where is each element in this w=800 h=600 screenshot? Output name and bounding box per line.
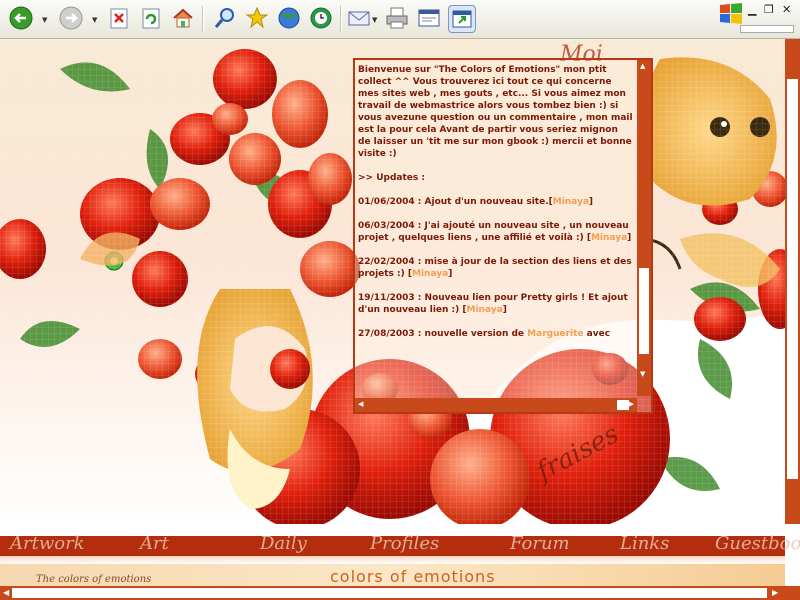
banner-tagline: The colors of emotions bbox=[36, 574, 152, 585]
update-end: ] bbox=[627, 233, 632, 243]
panel-hscroll-thumb[interactable] bbox=[617, 400, 629, 410]
favorites-icon[interactable] bbox=[244, 5, 270, 31]
content-panel: Bienvenue sur "The Colors of Emotions" m… bbox=[353, 58, 653, 414]
footer-banner: The colors of emotions colors of emotion… bbox=[0, 564, 785, 586]
restore-icon[interactable]: ❐ bbox=[764, 3, 774, 16]
print-icon[interactable] bbox=[384, 5, 410, 31]
nav-item-art[interactable]: Art bbox=[140, 533, 169, 554]
update-text: 01/06/2004 : Ajout d'un nouveau site.[ bbox=[358, 197, 553, 207]
page-viewport: fraises Moi Bienvenue sur "The Colors of… bbox=[0, 39, 800, 600]
stop-icon[interactable] bbox=[106, 5, 132, 31]
panel-vertical-scrollbar[interactable]: ▲ ▼ bbox=[637, 60, 651, 396]
page-hscroll-thumb[interactable] bbox=[12, 588, 767, 598]
nav-item-forum[interactable]: Forum bbox=[510, 533, 570, 554]
panel-horizontal-scrollbar[interactable]: ◀ ▶ bbox=[355, 398, 637, 412]
update-item: 27/08/2003 : nouvelle version de Marguer… bbox=[358, 328, 633, 340]
update-item: 19/11/2003 : Nouveau lien pour Pretty gi… bbox=[358, 292, 633, 316]
nav-item-links[interactable]: Links bbox=[620, 533, 669, 554]
page-horizontal-scrollbar[interactable]: ◀ ▶ bbox=[0, 586, 800, 600]
scrollbar-corner bbox=[785, 586, 800, 600]
page-scroll-right-icon[interactable]: ▶ bbox=[772, 588, 778, 597]
progress-bar bbox=[740, 25, 794, 33]
mail-icon[interactable] bbox=[346, 5, 372, 31]
update-end: ] bbox=[588, 197, 594, 207]
scroll-right-icon[interactable]: ▶ bbox=[629, 400, 634, 408]
forward-dropdown-icon[interactable]: ▼ bbox=[92, 16, 97, 24]
banner-title: colors of emotions bbox=[330, 567, 496, 586]
media-icon[interactable] bbox=[276, 5, 302, 31]
page-vertical-scroll-thumb[interactable] bbox=[787, 79, 798, 479]
back-dropdown-icon[interactable]: ▼ bbox=[42, 16, 47, 24]
nav-divider bbox=[0, 556, 785, 564]
minimize-icon[interactable]: ▁ bbox=[748, 3, 756, 16]
update-author-link[interactable]: Minaya bbox=[553, 197, 589, 207]
messenger-icon[interactable] bbox=[448, 5, 476, 33]
page-vertical-scrollbar[interactable] bbox=[785, 39, 800, 524]
nav-item-artwork[interactable]: Artwork bbox=[10, 533, 85, 554]
update-text: 22/02/2004 : mise à jour de la section d… bbox=[358, 257, 632, 279]
panel-text: Bienvenue sur "The Colors of Emotions" m… bbox=[358, 64, 633, 384]
scroll-up-icon[interactable]: ▲ bbox=[640, 62, 645, 70]
nav-item-profiles[interactable]: Profiles bbox=[370, 533, 439, 554]
mail-dropdown-icon[interactable]: ▼ bbox=[372, 16, 377, 24]
update-author-link[interactable]: Minaya bbox=[467, 305, 503, 315]
scroll-down-icon[interactable]: ▼ bbox=[640, 370, 645, 378]
welcome-text: Bienvenue sur "The Colors of Emotions" m… bbox=[358, 65, 633, 159]
nav-item-guestbook[interactable]: Guestbook bbox=[715, 533, 800, 554]
update-item: 06/03/2004 : J'ai ajouté un nouveau site… bbox=[358, 220, 633, 244]
browser-toolbar: ▼ ▼ ▼ ▁ ❐ ✕ bbox=[0, 0, 800, 39]
search-icon[interactable] bbox=[212, 5, 238, 31]
updates-label: >> Updates : bbox=[358, 173, 425, 183]
navigation-bar: Artwork Art Daily Profiles Forum Links Guestbo… bbox=[0, 533, 800, 556]
update-author-link[interactable]: Minaya bbox=[412, 269, 448, 279]
scroll-left-icon[interactable]: ◀ bbox=[358, 400, 363, 408]
refresh-icon[interactable] bbox=[138, 5, 164, 31]
update-author-link[interactable]: Minaya bbox=[591, 233, 627, 243]
close-icon[interactable]: ✕ bbox=[782, 3, 791, 16]
home-icon[interactable] bbox=[170, 5, 196, 31]
update-text: 27/08/2003 : nouvelle version de bbox=[358, 329, 528, 339]
update-end: ] bbox=[448, 269, 453, 279]
history-icon[interactable] bbox=[308, 5, 334, 31]
panel-scroll-thumb[interactable] bbox=[639, 268, 649, 354]
update-text: 06/03/2004 : J'ai ajouté un nouveau site… bbox=[358, 221, 629, 243]
update-item: 01/06/2004 : Ajout d'un nouveau site.[Mi… bbox=[358, 196, 633, 208]
update-item: 22/02/2004 : mise à jour de la section d… bbox=[358, 256, 633, 280]
windows-logo-icon bbox=[718, 2, 744, 24]
update-author-link[interactable]: Marguerite bbox=[527, 329, 583, 339]
page-scroll-left-icon[interactable]: ◀ bbox=[3, 588, 9, 597]
forward-icon[interactable] bbox=[58, 5, 84, 31]
edit-icon[interactable] bbox=[416, 5, 442, 31]
nav-item-daily[interactable]: Daily bbox=[260, 533, 307, 554]
back-icon[interactable] bbox=[8, 5, 34, 31]
update-end: avec bbox=[583, 329, 611, 339]
update-end: ] bbox=[502, 305, 507, 315]
window-controls: ▁ ❐ ✕ bbox=[742, 0, 800, 22]
